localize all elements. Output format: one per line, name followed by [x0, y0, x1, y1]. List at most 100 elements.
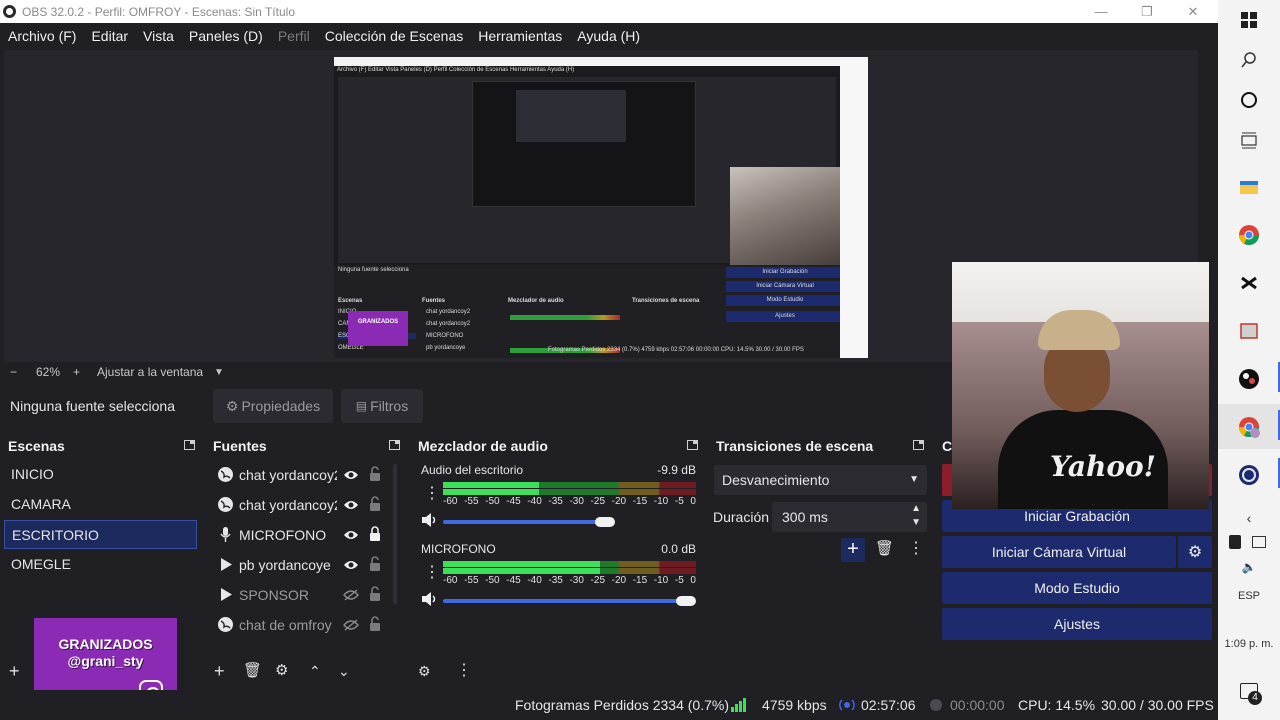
maximize-button[interactable]: ❐ [1124, 0, 1170, 23]
webcam-overlay: Yahoo! [952, 262, 1209, 509]
start-virtual-camera-button[interactable]: Iniciar Cámara Virtual [942, 536, 1176, 568]
signal-bars-icon [731, 698, 747, 715]
menu-ayuda[interactable]: Ayuda (H) [577, 28, 640, 44]
meter-tick: -50 [485, 496, 500, 507]
duration-spinbox[interactable]: 300 ms ▲ ▼ [772, 502, 927, 532]
add-scene-icon[interactable]: + [9, 662, 20, 680]
menu-perfil[interactable]: Perfil [278, 28, 310, 44]
filters-label: Filtros [370, 398, 409, 414]
unlock-icon[interactable] [369, 556, 381, 572]
unlock-icon[interactable] [369, 586, 381, 602]
undock-icon[interactable] [184, 440, 195, 450]
chrome-profile-icon[interactable] [1237, 415, 1261, 439]
speaker-icon[interactable] [421, 592, 439, 609]
gear-icon[interactable]: ⚙ [275, 662, 288, 680]
add-transition-icon[interactable]: + [841, 538, 865, 562]
eye-icon[interactable] [343, 498, 359, 510]
lock-icon[interactable] [369, 526, 381, 542]
volume-slider-track[interactable] [443, 520, 605, 524]
menu-paneles[interactable]: Paneles (D) [189, 28, 263, 44]
eye-icon[interactable] [343, 558, 359, 570]
menu-editar[interactable]: Editar [91, 28, 128, 44]
eye-icon[interactable] [343, 468, 359, 480]
close-button[interactable]: ✕ [1170, 0, 1216, 23]
properties-button[interactable]: ⚙ Propiedades [213, 389, 333, 423]
windows-start-icon[interactable] [1237, 8, 1261, 32]
transition-select[interactable]: Desvanecimiento ▼ [714, 465, 927, 495]
undock-icon[interactable] [913, 440, 924, 450]
filters-button[interactable]: ▤ Filtros [341, 389, 423, 423]
meter-level-left [443, 482, 539, 488]
task-view-icon[interactable] [1237, 128, 1261, 152]
eye-hidden-icon[interactable] [343, 588, 359, 601]
meter-tick: -10 [653, 575, 669, 586]
unlock-icon[interactable] [369, 466, 381, 482]
settings-button[interactable]: Ajustes [942, 608, 1212, 640]
capcut-icon[interactable] [1237, 271, 1261, 295]
source-row[interactable]: MICROFONO [209, 520, 389, 550]
zoom-out-button[interactable]: − [10, 365, 17, 379]
source-row[interactable]: SPONSOR [209, 580, 389, 610]
scene-item-camara[interactable]: CAMARA [4, 490, 197, 519]
meter-tick: -15 [632, 496, 648, 507]
more-vertical-icon[interactable]: ⋮ [908, 538, 924, 558]
eye-icon[interactable] [343, 528, 359, 540]
volume-slider-thumb[interactable] [595, 517, 615, 527]
cortana-icon[interactable] [1237, 88, 1261, 112]
speaker-icon[interactable] [421, 513, 439, 530]
usb-icon[interactable] [1229, 535, 1241, 549]
more-vertical-icon[interactable]: ⋮ [424, 483, 440, 503]
chevron-up-icon[interactable]: ⌃ [309, 662, 321, 680]
source-row[interactable]: chat yordancoy2 [209, 490, 389, 520]
clock[interactable]: 1:09 p. m. [1218, 638, 1280, 650]
volume-icon[interactable]: 🔈 [1218, 560, 1280, 574]
source-row[interactable]: pb yordancoye [209, 550, 389, 580]
zoom-fit-label[interactable]: Ajustar a la ventana [97, 365, 203, 379]
source-row[interactable]: chat yordancoy2 [209, 460, 389, 490]
zoom-dropdown-icon[interactable]: ▼ [214, 367, 224, 378]
trash-icon[interactable]: 🗑 [243, 662, 262, 680]
record-icon [929, 698, 943, 715]
mixer-channel-name: MICROFONO [421, 542, 496, 556]
obs-taskbar-icon[interactable] [1237, 367, 1261, 391]
eye-hidden-icon[interactable] [343, 618, 359, 631]
menu-coleccion-escenas[interactable]: Colección de Escenas [325, 28, 464, 44]
studio-mode-button[interactable]: Modo Estudio [942, 572, 1212, 604]
trash-icon[interactable]: 🗑 [875, 539, 894, 557]
add-source-icon[interactable]: + [214, 662, 225, 680]
sources-scrollbar[interactable] [393, 464, 397, 604]
zoom-in-button[interactable]: + [73, 365, 80, 379]
instagram-overlay: GRANIZADOS @grani_sty [34, 618, 177, 704]
more-vertical-icon[interactable]: ⋮ [456, 662, 472, 680]
chevron-left-icon[interactable]: ‹ [1218, 510, 1280, 526]
menu-herramientas[interactable]: Herramientas [478, 28, 562, 44]
nested-source-2: chat yordancoy2 [426, 321, 471, 327]
undock-icon[interactable] [389, 440, 400, 450]
more-vertical-icon[interactable]: ⋮ [424, 562, 440, 582]
photos-app-icon[interactable] [1237, 319, 1261, 343]
obs-studio-icon[interactable] [1237, 463, 1261, 487]
unlock-icon[interactable] [369, 616, 381, 632]
advanced-audio-gear-icon[interactable]: ⚙ [418, 662, 431, 680]
scene-item-inicio[interactable]: INICIO [4, 460, 197, 489]
unlock-icon[interactable] [369, 496, 381, 512]
file-explorer-icon[interactable] [1237, 175, 1261, 199]
volume-slider-thumb[interactable] [676, 596, 696, 606]
virtual-camera-settings-button[interactable]: ⚙ [1178, 536, 1212, 568]
volume-slider-track[interactable] [443, 599, 686, 603]
undock-icon[interactable] [687, 440, 698, 450]
stepper-up-icon[interactable]: ▲ [911, 503, 921, 514]
search-icon[interactable] [1237, 48, 1261, 72]
menu-archivo[interactable]: Archivo (F) [8, 28, 76, 44]
stepper-down-icon[interactable]: ▼ [911, 517, 921, 528]
language-indicator[interactable]: ESP [1218, 590, 1280, 602]
source-row[interactable]: chat de omfroy [209, 610, 389, 640]
minimize-button[interactable]: — [1078, 0, 1124, 23]
scene-item-escritorio[interactable]: ESCRITORIO [4, 520, 197, 549]
scene-item-omegle[interactable]: OMEGLE [4, 550, 197, 579]
mixer-title: Mezclador de audio [418, 438, 548, 454]
network-icon[interactable] [1252, 536, 1266, 548]
chevron-down-icon[interactable]: ⌄ [338, 662, 350, 680]
menu-vista[interactable]: Vista [143, 28, 174, 44]
chrome-icon[interactable] [1237, 223, 1261, 247]
